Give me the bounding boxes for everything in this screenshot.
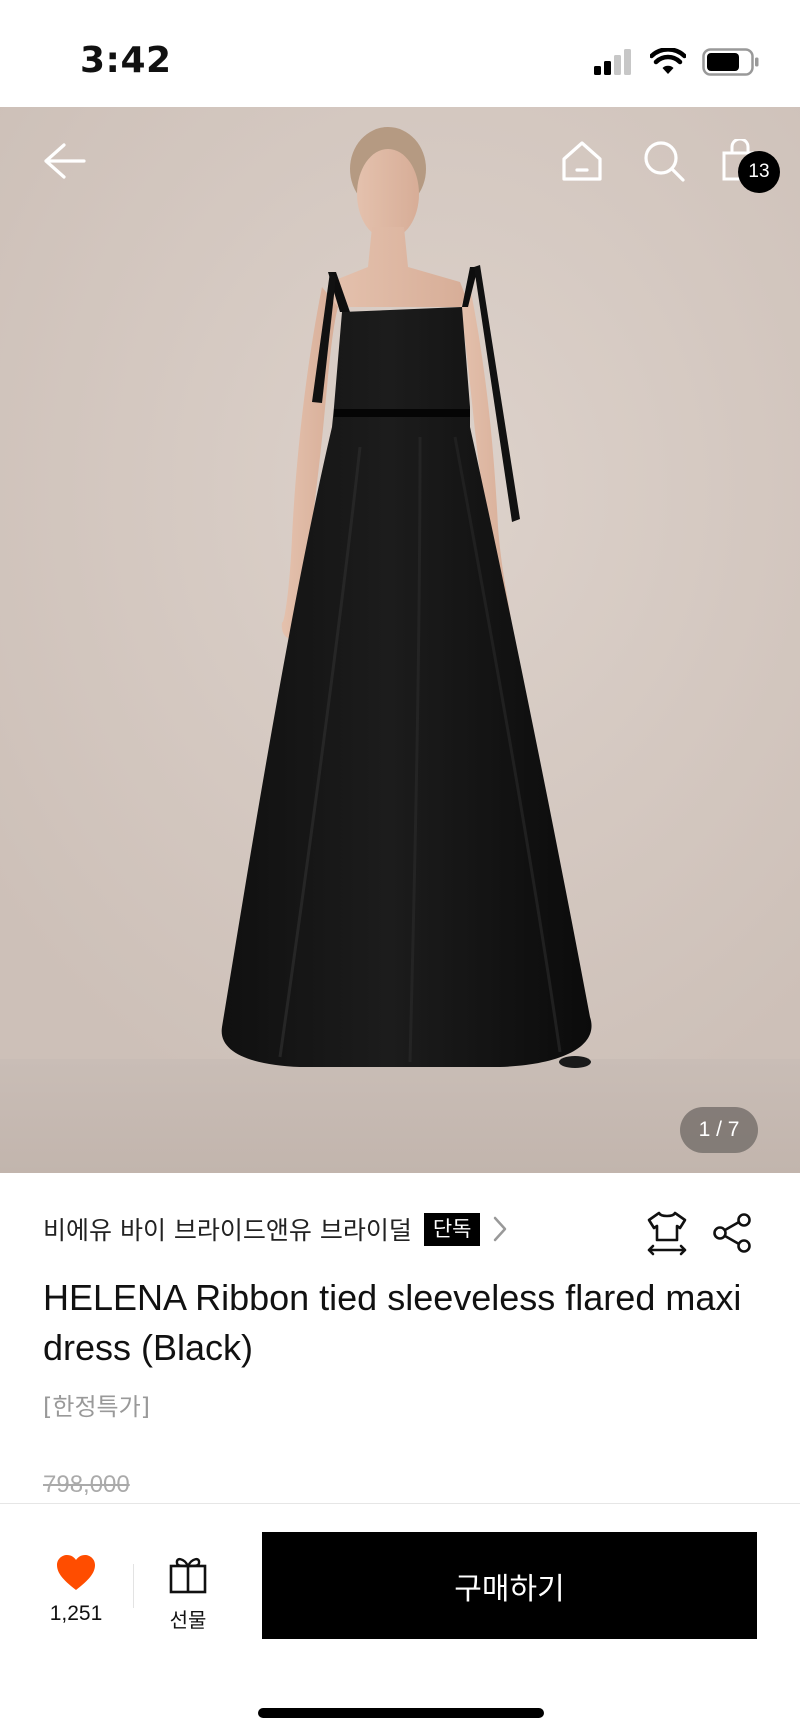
hero-navigation: 13 bbox=[0, 107, 800, 217]
image-page-indicator: 1 / 7 bbox=[680, 1107, 758, 1153]
divider bbox=[133, 1564, 134, 1608]
brand-link[interactable]: 비에유 바이 브라이드앤유 브라이덜 단독 bbox=[43, 1211, 508, 1247]
brand-name: 비에유 바이 브라이드앤유 브라이덜 bbox=[43, 1216, 412, 1245]
cellular-signal-icon bbox=[594, 49, 634, 79]
gift-icon bbox=[168, 1554, 208, 1598]
size-guide-icon bbox=[645, 1210, 689, 1260]
cart-count-badge: 13 bbox=[738, 151, 780, 193]
wifi-icon bbox=[649, 47, 687, 80]
share-icon bbox=[711, 1212, 753, 1258]
home-indicator bbox=[258, 1708, 544, 1718]
back-button[interactable] bbox=[36, 135, 92, 191]
size-guide-button[interactable] bbox=[643, 1211, 691, 1259]
buy-button[interactable]: 구매하기 bbox=[262, 1532, 757, 1639]
bottom-action-bar: 1,251 선물 구매하기 bbox=[0, 1503, 800, 1732]
product-photo bbox=[0, 107, 800, 1173]
status-bar: 3:42 bbox=[0, 0, 800, 107]
back-arrow-icon bbox=[42, 141, 86, 185]
product-image-carousel[interactable]: 13 1 / 7 bbox=[0, 107, 800, 1173]
product-title: HELENA Ribbon tied sleeveless flared max… bbox=[43, 1277, 742, 1368]
gift-label: 선물 bbox=[169, 1608, 207, 1632]
share-button[interactable] bbox=[708, 1211, 756, 1259]
original-price: 798,000 bbox=[43, 1471, 130, 1498]
product-info: 비에유 바이 브라이드앤유 브라이덜 단독 HELENA Ribbon tied… bbox=[0, 1173, 800, 1503]
status-icons bbox=[594, 46, 760, 82]
exclusive-badge: 단독 bbox=[423, 1212, 481, 1246]
gift-button[interactable]: 선물 bbox=[148, 1554, 228, 1634]
heart-icon bbox=[55, 1554, 97, 1596]
search-button[interactable] bbox=[636, 135, 692, 191]
product-detail-screen: 3:42 13 1 / 7 비에유 바이 브라이드앤유 브라이덜 단독 HELE… bbox=[0, 0, 800, 1732]
search-icon bbox=[642, 139, 686, 187]
chevron-right-icon bbox=[492, 1215, 508, 1243]
status-time: 3:42 bbox=[80, 40, 172, 81]
product-subtitle: [한정특가] bbox=[43, 1393, 151, 1421]
home-button[interactable] bbox=[554, 135, 610, 191]
like-button[interactable]: 1,251 bbox=[36, 1554, 116, 1634]
home-icon bbox=[560, 139, 604, 187]
like-count: 1,251 bbox=[49, 1602, 103, 1625]
battery-icon bbox=[702, 48, 760, 80]
